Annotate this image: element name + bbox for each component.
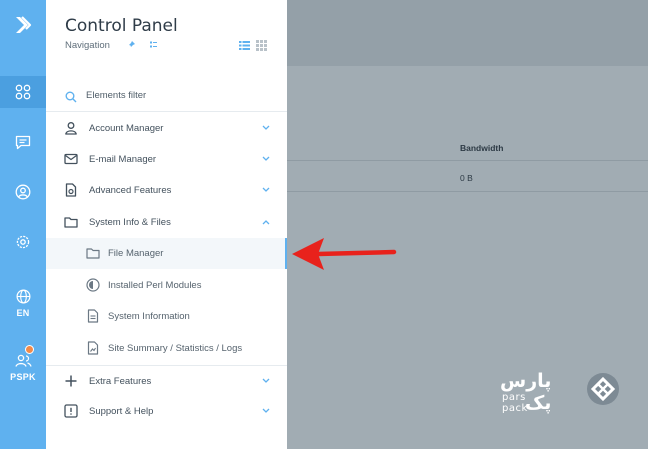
menu-email-manager[interactable]: E-mail Manager xyxy=(46,144,287,175)
main-header xyxy=(287,0,648,66)
notification-badge xyxy=(25,345,34,354)
chart-doc-icon xyxy=(87,341,99,355)
rail-language[interactable]: EN xyxy=(0,282,46,324)
divider xyxy=(287,160,648,161)
mail-icon xyxy=(64,153,78,165)
icon-rail: EN PSPK xyxy=(0,0,46,449)
submenu-file-manager[interactable]: File Manager xyxy=(46,238,287,269)
folder-outline-icon xyxy=(86,248,100,259)
menu-label: E-mail Manager xyxy=(89,154,157,165)
alert-icon xyxy=(64,404,78,418)
collapse-icon[interactable] xyxy=(149,40,158,49)
submenu-site-summary[interactable]: Site Summary / Statistics / Logs xyxy=(46,333,287,364)
submenu-label: Site Summary / Statistics / Logs xyxy=(108,343,243,354)
rail-profile[interactable] xyxy=(0,176,46,208)
logo-icon xyxy=(16,16,32,33)
chevron-down-icon xyxy=(262,125,270,130)
brand-name-en: pars pack xyxy=(502,392,528,414)
submenu-label: File Manager xyxy=(108,248,164,259)
globe-icon xyxy=(16,289,30,303)
submenu-label: System Information xyxy=(108,311,190,322)
menu-label: Support & Help xyxy=(89,406,154,417)
logo[interactable] xyxy=(0,0,46,50)
grid-view-icon[interactable] xyxy=(256,40,267,51)
chevron-down-icon xyxy=(262,156,270,161)
account-label: PSPK xyxy=(10,371,36,382)
menu-support-help[interactable]: Support & Help xyxy=(46,396,287,427)
filter-input[interactable] xyxy=(86,90,266,101)
gear-icon xyxy=(16,235,30,249)
rail-dashboard[interactable] xyxy=(0,76,46,108)
menu-extra-features[interactable]: Extra Features xyxy=(46,365,287,396)
menu-label: Account Manager xyxy=(89,123,164,134)
rail-messages[interactable] xyxy=(0,126,46,158)
chat-icon xyxy=(15,135,31,149)
navigation-panel: Control Panel Navigation Account Manager xyxy=(46,0,287,449)
user-icon xyxy=(65,122,77,135)
user-circle-icon xyxy=(15,184,31,200)
document-gear-icon xyxy=(65,183,77,197)
menu-label: Advanced Features xyxy=(89,185,172,196)
panel-subtitle: Navigation xyxy=(65,40,110,51)
menu-system-info-files[interactable]: System Info & Files xyxy=(46,207,287,238)
menu-advanced-features[interactable]: Advanced Features xyxy=(46,175,287,206)
submenu-installed-perl-modules[interactable]: Installed Perl Modules xyxy=(46,270,287,301)
folder-icon xyxy=(64,217,78,228)
elements-filter xyxy=(46,82,287,112)
brand-logo-icon xyxy=(587,373,619,405)
menu-account-manager[interactable]: Account Manager xyxy=(46,113,287,144)
page-title: Control Panel xyxy=(65,16,178,36)
chevron-down-icon xyxy=(262,408,270,413)
chevron-up-icon xyxy=(262,220,270,225)
divider xyxy=(287,191,648,192)
submenu-label: Installed Perl Modules xyxy=(108,280,202,291)
table-header-bandwidth: Bandwidth xyxy=(460,143,504,153)
menu-label: System Info & Files xyxy=(89,217,171,228)
rail-account[interactable]: PSPK xyxy=(0,344,46,390)
pin-icon[interactable] xyxy=(126,40,136,50)
annotation-arrow-icon xyxy=(292,238,397,270)
search-icon xyxy=(65,91,77,103)
document-icon xyxy=(87,309,99,323)
rail-settings[interactable] xyxy=(0,226,46,258)
submenu-system-information[interactable]: System Information xyxy=(46,301,287,332)
grid-icon xyxy=(15,84,31,100)
user-group-icon xyxy=(14,354,32,367)
language-label: EN xyxy=(16,307,30,318)
menu-label: Extra Features xyxy=(89,376,152,387)
table-cell-bandwidth: 0 B xyxy=(460,173,473,183)
plus-icon xyxy=(65,375,77,387)
list-view-icon[interactable] xyxy=(239,40,250,51)
chevron-down-icon xyxy=(262,378,270,383)
perl-icon xyxy=(86,278,100,292)
chevron-down-icon xyxy=(262,187,270,192)
